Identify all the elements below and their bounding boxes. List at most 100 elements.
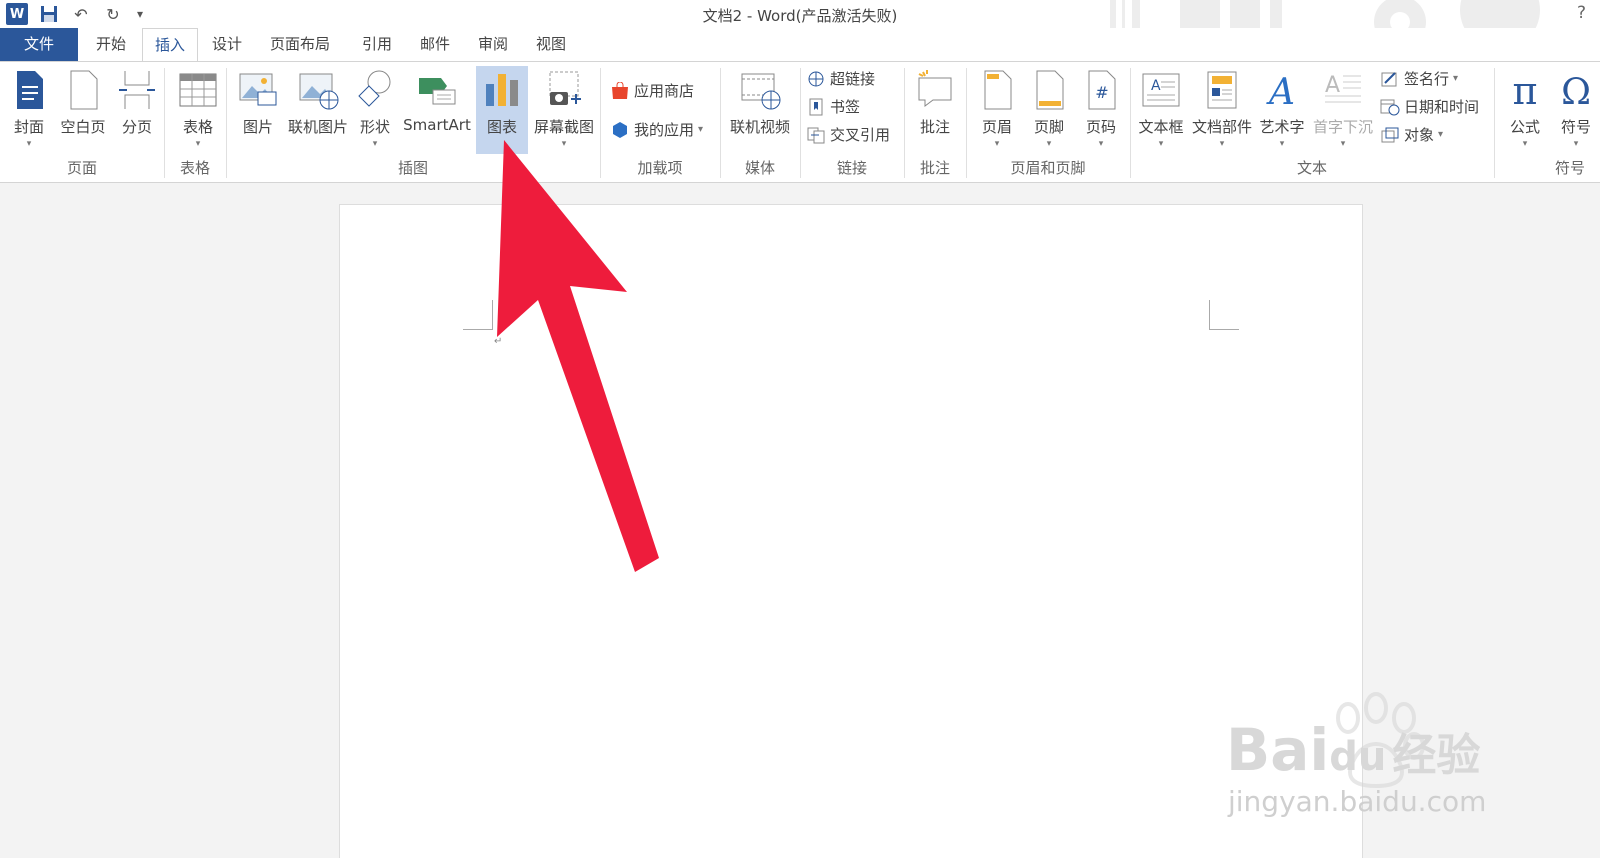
online-picture-icon [299, 73, 339, 110]
online-picture-button[interactable]: 联机图片 [284, 66, 352, 154]
chart-label: 图表 [486, 118, 517, 136]
chevron-down-icon: ▾ [195, 139, 201, 149]
page-break-button[interactable]: 分页 [114, 66, 160, 154]
chevron-down-icon: ▾ [372, 139, 378, 149]
blank-page-button[interactable]: 空白页 [56, 66, 110, 154]
online-video-label: 联机视频 [729, 118, 790, 136]
screenshot-label: 屏幕截图 [533, 118, 594, 136]
tab-page-layout[interactable]: 页面布局 [258, 28, 342, 61]
wordart-button[interactable]: A 艺术字 ▾ [1256, 66, 1308, 154]
margin-corner-mark [1209, 300, 1239, 330]
group-label-addins: 加载项 [637, 159, 683, 177]
tab-insert[interactable]: 插入 [142, 28, 199, 62]
watermark-cn-text: 经验 [1392, 730, 1481, 781]
tab-view[interactable]: 视图 [524, 28, 578, 61]
text-box-label: 文本框 [1138, 118, 1184, 136]
comment-button[interactable]: 批注 [910, 66, 960, 154]
signature-line-button[interactable]: 签名行 ▾ [1380, 68, 1458, 89]
group-label-links: 链接 [836, 159, 867, 177]
chevron-down-icon: ▾ [1573, 139, 1579, 149]
chart-icon [486, 74, 518, 106]
text-box-icon: A [1142, 73, 1180, 107]
bookmark-button[interactable]: 书签 [806, 96, 860, 117]
drop-cap-button[interactable]: A 首字下沉 ▾ [1310, 66, 1376, 154]
equation-label: 公式 [1509, 118, 1540, 136]
smartart-label: SmartArt [403, 116, 471, 134]
chevron-down-icon: ▾ [698, 124, 704, 135]
object-button[interactable]: 对象 ▾ [1380, 124, 1443, 145]
smartart-button[interactable]: SmartArt [400, 66, 474, 154]
table-button[interactable]: 表格 ▾ [172, 66, 224, 154]
comment-label: 批注 [919, 118, 950, 136]
ribbon-tabs: 文件 开始 插入 设计 页面布局 引用 邮件 审阅 视图 [0, 28, 1600, 62]
group-label-illustrations: 插图 [397, 159, 428, 177]
page-number-icon: # [1088, 70, 1116, 110]
app-store-label: 应用商店 [634, 82, 695, 100]
header-icon [984, 70, 1012, 110]
online-video-button[interactable]: 联机视频 [724, 66, 796, 154]
paragraph-mark: ↵ [494, 336, 503, 347]
screenshot-icon [549, 71, 581, 105]
text-box-button[interactable]: A 文本框 ▾ [1134, 66, 1188, 154]
online-picture-label: 联机图片 [287, 118, 348, 136]
footer-icon [1036, 70, 1064, 110]
blank-page-label: 空白页 [60, 118, 106, 136]
tab-design[interactable]: 设计 [200, 28, 254, 61]
chevron-down-icon: ▾ [1279, 139, 1285, 149]
quick-parts-label: 文档部件 [1191, 118, 1252, 136]
app-store-button[interactable]: 应用商店 [610, 80, 694, 101]
quick-parts-icon [1207, 71, 1237, 109]
page-break-label: 分页 [121, 118, 152, 136]
blank-page-icon [70, 70, 98, 110]
header-button[interactable]: 页眉 ▾ [972, 66, 1022, 154]
chevron-down-icon: ▾ [994, 139, 1000, 149]
group-label-text: 文本 [1296, 159, 1327, 177]
shapes-button[interactable]: 形状 ▾ [352, 66, 398, 154]
chevron-down-icon: ▾ [1046, 139, 1052, 149]
footer-button[interactable]: 页脚 ▾ [1024, 66, 1074, 154]
chevron-down-icon: ▾ [1438, 129, 1444, 140]
page-break-icon [119, 71, 155, 109]
equation-button[interactable]: π 公式 ▾ [1500, 66, 1550, 154]
svg-text:A: A [1151, 78, 1161, 94]
picture-button[interactable]: 图片 [232, 66, 284, 154]
tab-review[interactable]: 审阅 [466, 28, 520, 61]
page-number-button[interactable]: # 页码 ▾ [1076, 66, 1126, 154]
date-time-label: 日期和时间 [1404, 98, 1480, 116]
cross-reference-button[interactable]: 交叉引用 [806, 124, 890, 145]
picture-label: 图片 [242, 118, 273, 136]
group-label-header-footer: 页眉和页脚 [1010, 159, 1086, 177]
quick-parts-button[interactable]: 文档部件 ▾ [1190, 66, 1254, 154]
watermark-url: jingyan.baidu.com [1228, 785, 1487, 818]
tab-home[interactable]: 开始 [84, 28, 138, 61]
date-time-button[interactable]: 日期和时间 [1380, 96, 1479, 117]
tab-references[interactable]: 引用 [350, 28, 404, 61]
screenshot-button[interactable]: 屏幕截图 ▾ [530, 66, 598, 154]
group-label-tables: 表格 [179, 159, 210, 177]
symbol-label: 符号 [1560, 118, 1591, 136]
tab-mailings[interactable]: 邮件 [408, 28, 462, 61]
smartart-icon [419, 78, 456, 105]
watermark-brand-text-2: du [1329, 734, 1387, 780]
my-apps-button[interactable]: 我的应用 ▾ [610, 119, 703, 140]
cover-page-button[interactable]: 封面 ▾ [6, 66, 52, 154]
svg-text:A: A [1266, 72, 1295, 112]
wordart-label: 艺术字 [1259, 118, 1305, 136]
chart-button[interactable]: 图表 [476, 66, 528, 154]
document-page[interactable]: ↵ [339, 204, 1363, 858]
svg-text:Ω: Ω [1561, 72, 1591, 112]
help-icon[interactable]: ? [1577, 3, 1586, 23]
online-video-icon [741, 73, 781, 110]
tab-file[interactable]: 文件 [0, 28, 78, 61]
omega-icon: Ω [1561, 72, 1591, 112]
chevron-down-icon: ▾ [1522, 139, 1528, 149]
store-bag-icon [612, 81, 628, 99]
symbol-button[interactable]: Ω 符号 ▾ [1552, 66, 1600, 154]
chevron-down-icon: ▾ [1340, 139, 1346, 149]
svg-text:A: A [1325, 73, 1340, 98]
group-label-symbols: 符号 [1554, 159, 1585, 177]
hyperlink-button[interactable]: 超链接 [806, 68, 875, 89]
cross-reference-icon [807, 127, 825, 143]
ribbon-insert: 封面 ▾ 空白页 分页 页面 表格 ▾ 表格 图片 联机图片 形状 ▾ Smar… [0, 61, 1600, 183]
page-number-label: 页码 [1085, 118, 1116, 136]
